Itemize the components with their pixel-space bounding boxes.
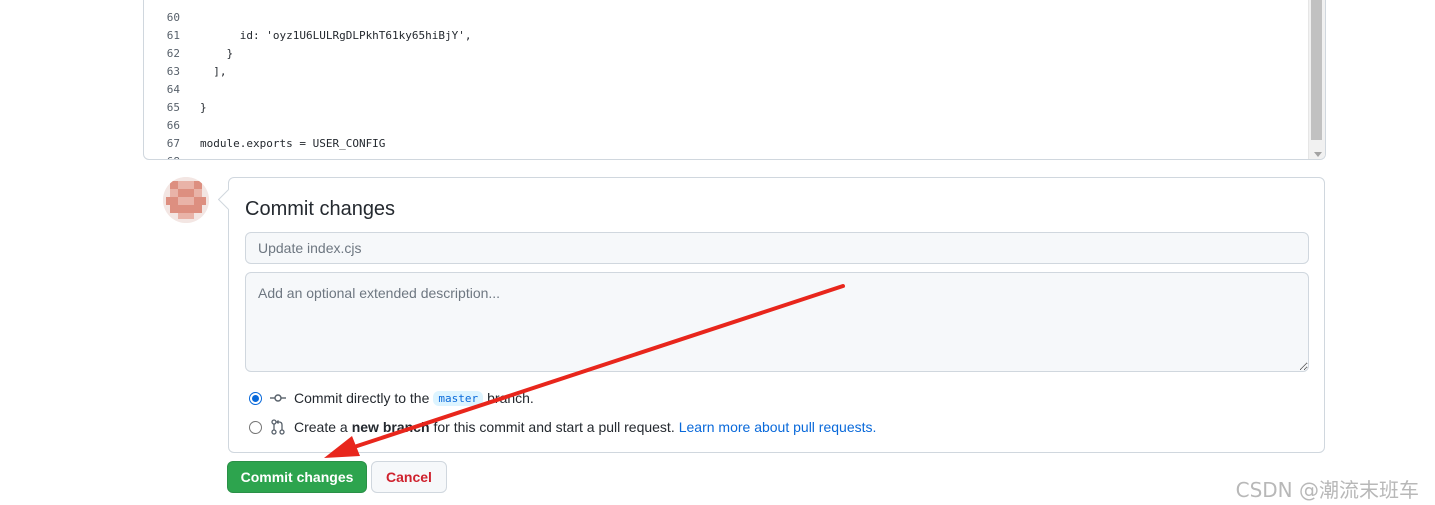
option-new-bold: new branch	[351, 419, 430, 435]
option-new-branch[interactable]: Create a new branch for this commit and …	[249, 416, 876, 438]
option-commit-direct[interactable]: Commit directly to the master branch.	[249, 387, 534, 409]
option-new-suffix: for this commit and start a pull request…	[433, 419, 675, 435]
code-line: 64 }	[144, 63, 207, 114]
option-direct-prefix: Commit directly to the	[294, 390, 430, 406]
code-line: 67	[144, 117, 180, 150]
code-text: }	[200, 101, 207, 114]
code-text: }	[200, 47, 234, 60]
code-line: 65	[144, 81, 180, 114]
commit-form: Commit changes Commit directly to the ma…	[228, 177, 1325, 453]
cancel-button[interactable]: Cancel	[371, 461, 447, 493]
code-line: 62 ],	[144, 27, 227, 78]
option-new-prefix: Create a	[294, 419, 348, 435]
code-line: 66 module.exports = USER_CONFIG	[144, 99, 386, 150]
code-line: 61 }	[144, 9, 233, 60]
scroll-down-icon[interactable]	[1314, 152, 1322, 157]
scrollbar-thumb[interactable]	[1311, 0, 1322, 140]
git-pull-request-icon	[270, 419, 286, 435]
option-direct-suffix: branch.	[487, 390, 534, 406]
commit-summary-input[interactable]	[245, 232, 1309, 264]
radio-new-branch[interactable]	[249, 420, 262, 434]
watermark: CSDN @潮流末班车	[1235, 478, 1419, 502]
avatar	[163, 177, 209, 223]
code-text: id: 'oyz1U6LULRgDLPkhT61ky65hiBjY',	[200, 29, 472, 42]
commit-description-input[interactable]	[245, 272, 1309, 372]
radio-commit-direct[interactable]	[249, 391, 262, 405]
line-number: 68	[144, 153, 180, 159]
code-line: 63	[144, 45, 180, 78]
code-line: 68	[144, 135, 180, 159]
learn-more-link[interactable]: Learn more about pull requests.	[679, 419, 877, 435]
git-commit-icon	[270, 390, 286, 406]
editor-scrollbar[interactable]	[1308, 0, 1325, 159]
code-line: 60 id: 'oyz1U6LULRgDLPkhT61ky65hiBjY',	[144, 0, 472, 42]
code-editor[interactable]: 60 id: 'oyz1U6LULRgDLPkhT61ky65hiBjY', 6…	[143, 0, 1326, 160]
identicon-icon	[163, 177, 209, 223]
commit-changes-button[interactable]: Commit changes	[227, 461, 367, 493]
branch-name-badge: master	[433, 390, 484, 406]
code-text: ],	[200, 65, 227, 78]
code-text: module.exports = USER_CONFIG	[200, 137, 386, 150]
commit-title: Commit changes	[245, 198, 396, 220]
